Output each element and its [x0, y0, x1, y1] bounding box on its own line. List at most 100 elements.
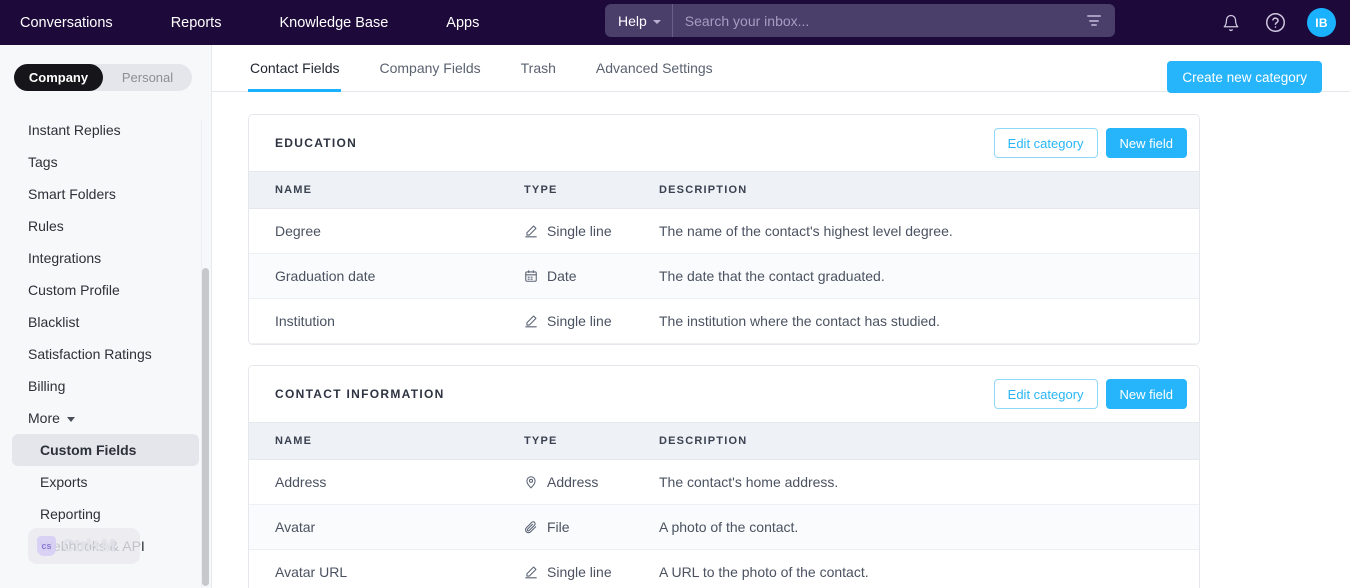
sidebar-item-custom-profile[interactable]: Custom Profile	[12, 274, 199, 306]
table-row[interactable]: Degree Single line The name of the conta…	[249, 208, 1199, 254]
sidebar-item-billing[interactable]: Billing	[12, 370, 199, 402]
column-header-description: DESCRIPTION	[659, 422, 1199, 460]
edit-category-button[interactable]: Edit category	[993, 379, 1098, 409]
tab-trash[interactable]: Trash	[519, 60, 558, 92]
sidebar-item-tags[interactable]: Tags	[12, 146, 199, 178]
tab-advanced-settings[interactable]: Advanced Settings	[594, 60, 715, 92]
sidebar-item-label: Rules	[28, 218, 64, 234]
filter-icon[interactable]	[1081, 4, 1107, 37]
field-type-label: Date	[547, 268, 577, 284]
sidebar-item-blacklist[interactable]: Blacklist	[12, 306, 199, 338]
tab-contact-fields[interactable]: Contact Fields	[248, 60, 342, 92]
pencil-icon	[524, 565, 538, 579]
field-name: Avatar URL	[249, 549, 524, 588]
fields-table: NAME TYPE DESCRIPTION Degree Single line…	[249, 171, 1199, 344]
toggle-option-company[interactable]: Company	[14, 64, 103, 91]
sidebar-item-integrations[interactable]: Integrations	[12, 242, 199, 274]
field-type: Single line	[524, 549, 659, 588]
create-new-category-button[interactable]: Create new category	[1167, 61, 1322, 93]
sidebar-item-label: Instant Replies	[28, 122, 121, 138]
field-description: The date that the contact graduated.	[659, 253, 1199, 299]
nav-link-conversations[interactable]: Conversations	[20, 15, 113, 31]
field-name: Institution	[249, 298, 524, 344]
sidebar-item-label: Smart Folders	[28, 186, 116, 202]
calendar-icon	[524, 269, 538, 283]
help-scope-dropdown[interactable]: Help	[605, 4, 673, 37]
table-row[interactable]: Avatar File A photo of the contact.	[249, 504, 1199, 550]
sidebar-item-custom-fields[interactable]: Custom Fields	[12, 434, 199, 466]
sidebar-item-instant-replies[interactable]: Instant Replies	[12, 114, 199, 146]
sidebar-item-label: Custom Profile	[28, 282, 120, 298]
sidebar-scrollbar-thumb[interactable]	[202, 268, 209, 586]
field-type: Address	[524, 459, 659, 505]
company-personal-toggle: Company Personal	[14, 64, 192, 91]
chevron-down-icon	[66, 417, 75, 422]
sidebar-item-label: Custom Fields	[40, 442, 137, 458]
field-type-label: File	[547, 519, 570, 535]
top-nav-right-actions: IB	[1219, 0, 1336, 45]
table-header-row: NAME TYPE DESCRIPTION	[249, 171, 1199, 209]
sidebar-item-rules[interactable]: Rules	[12, 210, 199, 242]
column-header-type: TYPE	[524, 171, 659, 209]
sidebar-item-more[interactable]: More	[12, 402, 199, 434]
column-header-description: DESCRIPTION	[659, 171, 1199, 209]
sidebar-item-satisfaction-ratings[interactable]: Satisfaction Ratings	[12, 338, 199, 370]
nav-link-reports[interactable]: Reports	[171, 15, 222, 31]
toggle-option-personal[interactable]: Personal	[103, 64, 192, 91]
search-input[interactable]	[672, 4, 1081, 37]
paperclip-icon	[524, 520, 538, 534]
sidebar-item-label: Blacklist	[28, 314, 80, 330]
field-type: File	[524, 504, 659, 550]
fields-table: NAME TYPE DESCRIPTION Address Address Th…	[249, 422, 1199, 588]
tab-company-fields[interactable]: Company Fields	[377, 60, 482, 92]
category-card: CONTACT INFORMATION Edit category New fi…	[248, 365, 1200, 588]
nav-link-knowledge-base[interactable]: Knowledge Base	[279, 15, 388, 31]
column-header-name: NAME	[249, 171, 524, 209]
table-row[interactable]: Avatar URL Single line A URL to the phot…	[249, 549, 1199, 588]
pencil-icon	[524, 224, 538, 238]
field-name: Address	[249, 459, 524, 505]
pencil-icon	[524, 314, 538, 328]
field-description: The contact's home address.	[659, 459, 1199, 505]
nav-link-apps[interactable]: Apps	[446, 15, 479, 31]
sidebar-item-exports[interactable]: Exports	[12, 466, 199, 498]
category-title: EDUCATION	[275, 136, 358, 150]
column-header-name: NAME	[249, 422, 524, 460]
categories-list: EDUCATION Edit category New field NAME T…	[212, 92, 1350, 588]
edit-category-button[interactable]: Edit category	[993, 128, 1098, 158]
field-type: Single line	[524, 298, 659, 344]
category-header: CONTACT INFORMATION Edit category New fi…	[249, 366, 1199, 422]
table-row[interactable]: Address Address The contact's home addre…	[249, 459, 1199, 505]
top-navigation-bar: Conversations Reports Knowledge Base App…	[0, 0, 1350, 45]
field-type-label: Single line	[547, 223, 612, 239]
sidebar-item-label: Billing	[28, 378, 66, 394]
bell-icon[interactable]	[1219, 11, 1243, 35]
sidebar-item-smart-folders[interactable]: Smart Folders	[12, 178, 199, 210]
column-header-type: TYPE	[524, 422, 659, 460]
top-nav-links: Conversations Reports Knowledge Base App…	[0, 0, 537, 45]
help-scope-label: Help	[618, 12, 647, 29]
sidebar-nav-list: Instant Replies Tags Smart Folders Rules…	[0, 114, 211, 562]
new-field-button[interactable]: New field	[1105, 128, 1187, 158]
field-description: The institution where the contact has st…	[659, 298, 1199, 344]
field-name: Degree	[249, 208, 524, 254]
new-field-button[interactable]: New field	[1105, 379, 1187, 409]
sidebar-item-label: More	[28, 410, 60, 426]
field-description: The name of the contact's highest level …	[659, 208, 1199, 254]
help-circle-icon[interactable]	[1263, 11, 1287, 35]
sidebar-item-label: Tags	[28, 154, 58, 170]
table-row[interactable]: Institution Single line The institution …	[249, 298, 1199, 344]
field-name: Graduation date	[249, 253, 524, 299]
table-row[interactable]: Graduation date Date The date that the c…	[249, 253, 1199, 299]
sidebar-item-reporting[interactable]: Reporting	[12, 498, 199, 530]
sidebar-item-webhooks-api[interactable]: Webhooks & API	[12, 530, 199, 562]
field-description: A URL to the photo of the contact.	[659, 549, 1199, 588]
sidebar-item-label: Satisfaction Ratings	[28, 346, 152, 362]
field-name: Avatar	[249, 504, 524, 550]
search-bar: Help	[605, 4, 1115, 37]
category-title: CONTACT INFORMATION	[275, 387, 445, 401]
sidebar-item-label: Exports	[40, 474, 88, 490]
avatar[interactable]: IB	[1307, 8, 1336, 37]
category-card: EDUCATION Edit category New field NAME T…	[248, 114, 1200, 345]
table-header-row: NAME TYPE DESCRIPTION	[249, 422, 1199, 460]
